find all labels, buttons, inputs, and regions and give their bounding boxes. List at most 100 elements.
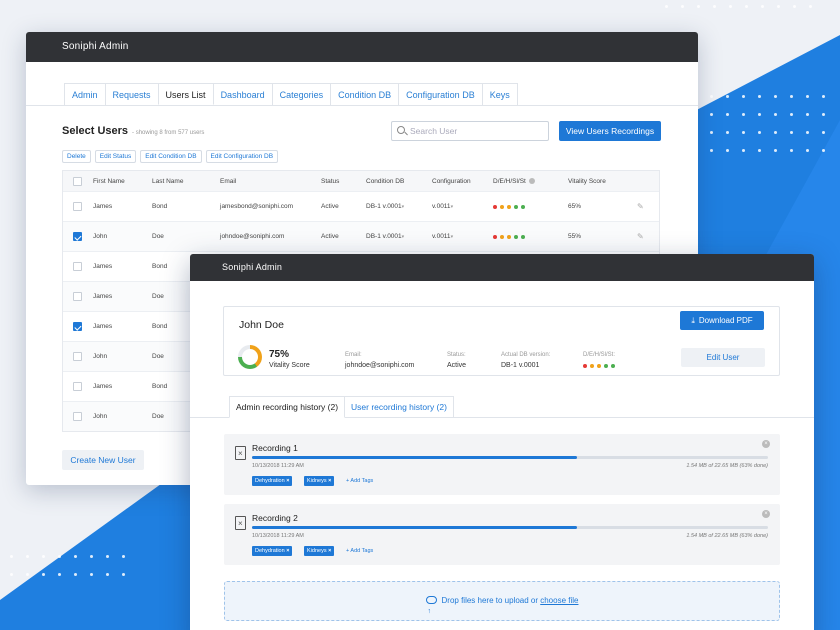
close-icon[interactable]: × <box>762 510 770 518</box>
edit-row-button[interactable]: ✎ <box>637 222 644 251</box>
recording-size: 1.54 MB of 22.65 MB (63% done) <box>686 463 768 469</box>
row-checkbox[interactable] <box>73 292 82 301</box>
cloud-upload-icon <box>425 593 437 630</box>
dehs-dots <box>493 192 525 221</box>
info-icon <box>528 178 535 184</box>
edit-user-button[interactable]: Edit User <box>681 348 765 367</box>
row-checkbox[interactable] <box>73 232 82 241</box>
row-checkbox-cell <box>73 312 82 341</box>
status-dot <box>500 234 504 239</box>
row-checkbox[interactable] <box>73 382 82 391</box>
decor-dot <box>790 113 793 116</box>
row-checkbox[interactable] <box>73 352 82 361</box>
tab-configuration-db[interactable]: Configuration DB <box>398 83 483 105</box>
decor-dot <box>822 113 825 116</box>
decor-dot <box>806 131 809 134</box>
configuration-select[interactable]: v.0011 ▾ <box>432 222 453 251</box>
tab-dashboard[interactable]: Dashboard <box>212 83 273 105</box>
pencil-icon: ✎ <box>637 202 644 211</box>
tag-remove-icon[interactable]: × <box>328 548 331 554</box>
tab-condition-db[interactable]: Condition DB <box>330 83 400 105</box>
edit-configuration-db-button[interactable]: Edit Configuration DB <box>205 150 279 163</box>
edit-status-button[interactable]: Edit Status <box>94 150 137 163</box>
tab-admin[interactable]: Admin <box>64 83 106 105</box>
vitality-value: 75% <box>269 349 290 360</box>
decor-dot <box>42 573 45 576</box>
tag-remove-icon[interactable]: × <box>286 478 289 484</box>
status: Active <box>321 233 339 240</box>
tab-keys[interactable]: Keys <box>481 83 518 105</box>
decor-dot <box>710 113 713 116</box>
row-checkbox[interactable] <box>73 412 82 421</box>
vitality-ring-icon <box>238 345 262 369</box>
tag-chip[interactable]: Dehydration × <box>252 476 293 486</box>
first-name: John <box>93 233 108 240</box>
search-icon <box>397 126 405 134</box>
select-all-checkbox[interactable] <box>73 176 82 186</box>
tab-requests[interactable]: Requests <box>104 83 159 105</box>
view-recordings-button[interactable]: View Users Recordings <box>559 121 661 141</box>
download-pdf-label: Download PDF <box>698 316 753 325</box>
status: Active <box>321 203 339 210</box>
decor-dot <box>822 131 825 134</box>
decor-dot <box>726 149 729 152</box>
tab-user-history[interactable]: User recording history (2) <box>344 396 454 417</box>
status-dot <box>597 364 601 368</box>
drop-zone[interactable]: Drop files here to upload or choose file <box>224 581 780 630</box>
table-row[interactable]: James Bond jamesbond@soniphi.com Active DB-1… <box>63 191 659 221</box>
audio-file-icon <box>235 446 246 460</box>
configuration-select[interactable]: v.0011 ▾ <box>432 192 453 221</box>
edit-row-button[interactable]: ✎ <box>637 192 644 221</box>
upload-progress-fill <box>252 526 578 529</box>
row-checkbox[interactable] <box>73 322 82 331</box>
tab-users-list[interactable]: Users List <box>157 83 214 105</box>
drop-text: Drop files here to upload or <box>441 596 539 605</box>
user-name: John Doe <box>239 319 284 331</box>
tag-remove-icon[interactable]: × <box>286 548 289 554</box>
tag-label: Kidneys <box>307 478 327 484</box>
last-name: Doe <box>152 353 164 360</box>
edit-condition-db-button[interactable]: Edit Condition DB <box>140 150 202 163</box>
decor-dot <box>793 5 796 8</box>
chevron-down-icon: ▾ <box>401 233 405 240</box>
row-checkbox-cell <box>73 342 82 371</box>
tag-chip[interactable]: Kidneys × <box>304 546 335 556</box>
tag-remove-icon[interactable]: × <box>328 478 331 484</box>
row-checkbox-cell <box>73 222 82 251</box>
configuration-value: v.0011 <box>432 203 451 210</box>
delete-button[interactable]: Delete <box>62 150 91 163</box>
user-count: - showing 8 from 577 users <box>132 130 205 136</box>
row-checkbox-cell <box>73 372 82 401</box>
last-name: Bond <box>152 203 168 210</box>
status-dot <box>583 364 587 368</box>
page-title-text: Select Users <box>62 125 129 137</box>
create-user-button[interactable]: Create New User <box>62 450 144 470</box>
condition-db-select[interactable]: DB-1 v.0001 ▾ <box>366 222 404 251</box>
tab-categories[interactable]: Categories <box>271 83 332 105</box>
history-tabs: Admin recording history (2) User recordi… <box>229 396 454 418</box>
tab-admin-history[interactable]: Admin recording history (2) <box>229 396 346 418</box>
decor-dot <box>745 5 748 8</box>
table-header: First Name Last Name Email Status Condit… <box>63 171 659 191</box>
add-tags-link[interactable]: + Add Tags <box>346 546 373 556</box>
tag-chip[interactable]: Kidneys × <box>304 476 335 486</box>
chevron-down-icon: ▾ <box>450 203 454 210</box>
download-pdf-button[interactable]: ⤓ Download PDF <box>680 311 764 330</box>
status-dot <box>521 204 525 209</box>
add-tags-link[interactable]: + Add Tags <box>346 476 373 486</box>
status-dot <box>507 234 511 239</box>
condition-db-select[interactable]: DB-1 v.0001 ▾ <box>366 192 404 221</box>
table-row[interactable]: John Doe johndoe@soniphi.com Active DB-1 v.0… <box>63 221 659 251</box>
decor-dot <box>26 573 29 576</box>
status-dot <box>493 204 497 209</box>
decor-dot <box>758 113 761 116</box>
decor-dot <box>697 5 700 8</box>
close-icon[interactable]: × <box>762 440 770 448</box>
choose-file-link[interactable]: choose file <box>540 596 578 605</box>
tag-chip[interactable]: Dehydration × <box>252 546 293 556</box>
row-checkbox[interactable] <box>73 262 82 271</box>
decor-dot <box>122 555 125 558</box>
tab-divider <box>26 105 698 106</box>
row-checkbox[interactable] <box>73 202 82 211</box>
search-input[interactable]: Search User <box>391 121 549 141</box>
